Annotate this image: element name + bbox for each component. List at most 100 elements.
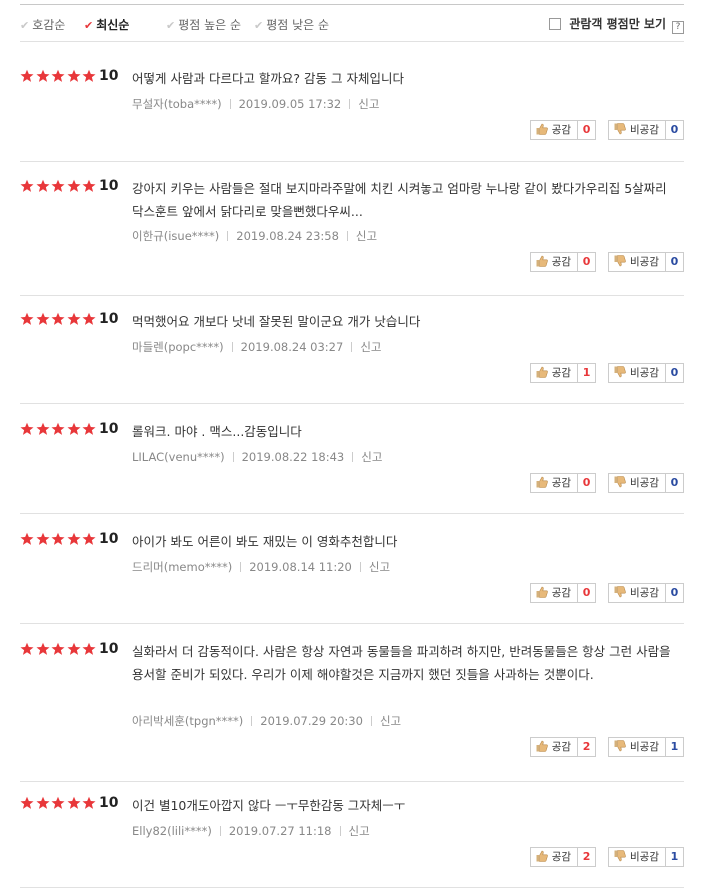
star-icon (20, 532, 34, 546)
rating-stars (20, 421, 98, 435)
author-name[interactable]: 이한규(isue****) (132, 229, 219, 243)
dislike-count: 0 (666, 363, 684, 383)
review-text: 이건 별10개도아깝지 않다 ㅡㅜ무한감동 그자체ㅡㅜ (132, 798, 406, 813)
review-meta: Elly82(lili****) 2019.07.27 11:18 신고 (132, 823, 370, 839)
review-date: 2019.08.24 23:58 (236, 229, 339, 243)
vote-buttons: 공감 2 비공감 1 (529, 737, 684, 757)
rating-score: 10 (99, 68, 119, 84)
star-icon (36, 69, 50, 83)
thumbs-down-icon (614, 123, 626, 135)
star-icon (20, 312, 34, 326)
like-count: 2 (578, 847, 597, 867)
review-date: 2019.07.27 11:18 (228, 824, 332, 838)
report-link[interactable]: 신고 (369, 560, 390, 574)
rating-score: 10 (99, 311, 119, 327)
star-icon (51, 422, 65, 436)
sort-option-high-rating[interactable]: ✔ 평점 높은 순 (166, 16, 241, 33)
author-name[interactable]: LILAC(venu****) (132, 450, 225, 464)
divider (346, 231, 348, 241)
star-icon (20, 179, 34, 193)
thumbs-down-icon (614, 476, 626, 488)
thumbs-down-icon (614, 850, 626, 862)
star-icon (20, 69, 34, 83)
sort-option-likes[interactable]: ✔ 호감순 (20, 16, 65, 33)
report-link[interactable]: 신고 (349, 824, 370, 838)
dislike-button[interactable]: 비공감 (608, 583, 666, 603)
vote-buttons: 공감 0 비공감 0 (529, 252, 684, 272)
review-text: 롤워크. 마야 . 맥스...감동입니다 (132, 424, 302, 439)
like-button[interactable]: 공감 (529, 473, 579, 493)
thumbs-up-icon (536, 255, 548, 267)
report-link[interactable]: 신고 (356, 229, 377, 243)
author-name[interactable]: 무설자(toba****) (132, 97, 222, 111)
review-text: 강아지 키우는 사람들은 절대 보지마라주말에 치킨 시켜놓고 엄마랑 누나랑 … (132, 181, 667, 219)
like-button[interactable]: 공감 (529, 363, 579, 383)
like-button[interactable]: 공감 (529, 252, 579, 272)
dislike-button[interactable]: 비공감 (608, 473, 666, 493)
star-icon (67, 69, 81, 83)
thumbs-up-icon (536, 740, 548, 752)
author-name[interactable]: Elly82(lili****) (132, 824, 212, 838)
report-link[interactable]: 신고 (361, 450, 382, 464)
like-label: 공감 (551, 124, 572, 136)
rating-stars (20, 311, 98, 325)
review-date: 2019.08.22 18:43 (241, 450, 345, 464)
dislike-count: 1 (666, 737, 684, 757)
rating-score: 10 (99, 641, 119, 657)
thumbs-down-icon (614, 586, 626, 598)
star-icon (36, 312, 50, 326)
divider (251, 716, 253, 726)
author-name[interactable]: 마들렌(popc****) (132, 340, 224, 354)
star-icon (67, 796, 81, 810)
vote-buttons: 공감 1 비공감 0 (529, 363, 684, 383)
sort-bar: ✔ 호감순 ✔ 최신순 ✔ 평점 높은 순 ✔ 평점 낮은 순 관람객 평점만 보기? (20, 4, 684, 42)
like-button[interactable]: 공감 (529, 847, 579, 867)
author-name[interactable]: 드리머(memo****) (132, 560, 232, 574)
divider (352, 452, 354, 462)
review-item: 10 아이가 봐도 어른이 봐도 재밌는 이 영화추천합니다 드리머(memo*… (20, 531, 684, 624)
dislike-label: 비공감 (630, 124, 659, 136)
dislike-label: 비공감 (630, 256, 659, 268)
dislike-button[interactable]: 비공감 (608, 847, 666, 867)
sort-option-newest[interactable]: ✔ 최신순 (84, 16, 129, 33)
star-icon (82, 796, 96, 810)
dislike-label: 비공감 (630, 587, 659, 599)
vote-buttons: 공감 0 비공감 0 (529, 583, 684, 603)
audience-only-checkbox[interactable] (549, 18, 562, 30)
dislike-button[interactable]: 비공감 (608, 252, 666, 272)
dislike-button[interactable]: 비공감 (608, 737, 666, 757)
like-count: 0 (578, 252, 597, 272)
review-item: 10 강아지 키우는 사람들은 절대 보지마라주말에 치킨 시켜놓고 엄마랑 누… (20, 178, 684, 296)
review-item: 10 실화라서 더 감동적이다. 사람은 항상 자연과 동물들을 파괴하려 하지… (20, 641, 684, 782)
star-icon (67, 422, 81, 436)
star-icon (67, 642, 81, 656)
like-button[interactable]: 공감 (529, 583, 579, 603)
divider (231, 342, 233, 352)
star-icon (82, 422, 96, 436)
rating-score: 10 (99, 531, 119, 547)
star-icon (67, 312, 81, 326)
audience-only-toggle[interactable]: 관람객 평점만 보기? (549, 15, 684, 34)
star-icon (51, 312, 65, 326)
like-button[interactable]: 공감 (529, 120, 579, 140)
dislike-button[interactable]: 비공감 (608, 363, 666, 383)
review-item: 10 이건 별10개도아깝지 않다 ㅡㅜ무한감동 그자체ㅡㅜ Elly82(li… (20, 795, 684, 888)
like-button[interactable]: 공감 (529, 737, 579, 757)
help-icon[interactable]: ? (672, 21, 684, 34)
like-count: 1 (578, 363, 597, 383)
review-meta: 드리머(memo****) 2019.08.14 11:20 신고 (132, 559, 390, 575)
report-link[interactable]: 신고 (360, 340, 381, 354)
rating-stars (20, 795, 98, 809)
author-name[interactable]: 아리박세훈(tpgn****) (132, 714, 243, 728)
star-icon (51, 179, 65, 193)
star-icon (36, 179, 50, 193)
like-label: 공감 (551, 256, 572, 268)
report-link[interactable]: 신고 (380, 714, 401, 728)
report-link[interactable]: 신고 (358, 97, 379, 111)
star-icon (82, 179, 96, 193)
sort-option-low-rating[interactable]: ✔ 평점 낮은 순 (254, 16, 329, 33)
divider (339, 826, 341, 836)
star-icon (36, 796, 50, 810)
dislike-button[interactable]: 비공감 (608, 120, 666, 140)
vote-buttons: 공감 2 비공감 1 (529, 847, 684, 867)
